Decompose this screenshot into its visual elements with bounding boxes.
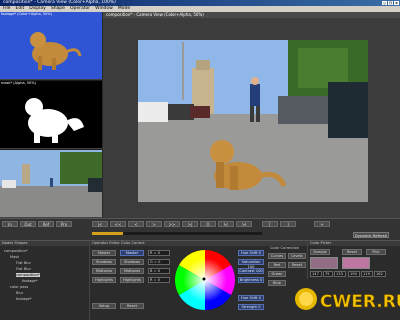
background-thumbnail[interactable] <box>0 150 102 218</box>
brightness-field[interactable]: Brightness 0 <box>238 277 264 283</box>
strength-field[interactable]: Strength 0 <box>238 304 264 310</box>
bracket-open-button[interactable]: [ <box>262 221 278 227</box>
source-swatch <box>310 257 338 269</box>
street-image <box>0 150 102 217</box>
wheel-marker[interactable] <box>202 277 206 281</box>
pro-button[interactable]: Pro <box>56 221 72 227</box>
hue-shift-lower-field[interactable]: Hue Shift 0 <box>238 295 264 301</box>
tree-row[interactable]: footage* <box>16 297 32 301</box>
blue-field[interactable]: B = 0 <box>148 268 170 274</box>
thumbnail-label: mask* (Alpha, 50%) <box>1 81 36 85</box>
color-wheel[interactable] <box>174 249 236 311</box>
logo-text: CWER.RU <box>320 292 400 312</box>
cwer-logo: CWER.RU <box>292 279 400 320</box>
source-r-value[interactable]: 147 <box>310 271 322 277</box>
camera-viewer: composition* - Camera View (Color+Alpha,… <box>103 12 400 218</box>
highlights-button[interactable]: Highlights <box>92 277 116 283</box>
curves-button[interactable]: Curves <box>268 253 286 259</box>
pick-button[interactable]: Pick <box>366 249 386 255</box>
step-back-button[interactable]: < <box>128 221 144 227</box>
source-g-value[interactable]: 75 <box>323 271 333 277</box>
green-field[interactable]: G = 0 <box>148 259 170 265</box>
tree-row[interactable]: Mask <box>10 255 19 259</box>
correction-header: Color Correction <box>270 246 300 250</box>
composite-scene <box>138 40 368 202</box>
bracket-close-button[interactable]: ] <box>280 221 296 227</box>
hue-shift-field[interactable]: Hue Shift 0 <box>238 250 264 256</box>
target-swatch <box>342 257 370 269</box>
tree-row[interactable]: Flat Blur <box>16 261 31 265</box>
shadows-button[interactable]: Shadows <box>92 259 116 265</box>
source-b-value[interactable]: 133 <box>334 271 346 277</box>
go-start-button[interactable]: |< <box>92 221 108 227</box>
footage-thumbnail[interactable]: footage* (Color+Alpha, 50%) <box>0 12 102 80</box>
close-button[interactable]: x <box>394 1 399 5</box>
master-range-button[interactable]: Master <box>120 250 144 256</box>
add-button[interactable]: + <box>314 221 330 227</box>
tree-row[interactable]: Blur <box>16 291 23 295</box>
mark-in-button[interactable]: I< <box>218 221 234 227</box>
tree-row[interactable]: color pass <box>10 285 28 289</box>
play-button[interactable]: > <box>146 221 162 227</box>
sample-button[interactable]: Sample <box>310 249 330 255</box>
correction-reset-button[interactable]: Reset <box>288 262 306 268</box>
in-button[interactable]: In <box>2 221 18 227</box>
tree-header: Nodes Shapes <box>0 241 89 246</box>
tree-row-selected[interactable]: composition* <box>16 273 40 277</box>
ref-button[interactable]: Ref <box>38 221 54 227</box>
maximize-button[interactable]: □ <box>388 1 393 5</box>
mask-thumbnail[interactable]: mask* (Alpha, 50%) <box>0 81 102 149</box>
dog-image <box>30 32 82 70</box>
levels-button[interactable]: Levels <box>288 253 306 259</box>
loop-button[interactable]: O <box>200 221 216 227</box>
viewer-title: composition* - Camera View (Color+Alpha,… <box>103 12 400 18</box>
highlights-range-button[interactable]: Highlights <box>120 277 144 283</box>
target-b-value[interactable]: 162 <box>374 271 386 277</box>
red-offset-field[interactable]: R = 0 <box>148 277 170 283</box>
tree-row[interactable]: footage* <box>22 279 38 283</box>
timeline-slider[interactable] <box>92 232 262 235</box>
minimize-button[interactable]: _ <box>382 1 387 5</box>
operator-editor-pane: Operator Editor Color Correct Master Sha… <box>90 241 308 320</box>
midtones-range-button[interactable]: Midtones <box>120 268 144 274</box>
thumbnail-label: footage* (Color+Alpha, 50%) <box>1 12 53 16</box>
node-tree-pane: Nodes Shapes composition* Mask Flat Blur… <box>0 241 90 320</box>
mark-out-button[interactable]: >I <box>236 221 252 227</box>
timeline-fill <box>92 232 123 235</box>
out-button[interactable]: Out <box>20 221 36 227</box>
alpha-mask-image <box>25 98 84 143</box>
target-r-value[interactable]: 190 <box>348 271 360 277</box>
fast-forward-button[interactable]: >> <box>164 221 180 227</box>
tree-row[interactable]: composition* <box>4 249 28 253</box>
dynamic-refresh-button[interactable]: Dynamic Refresh <box>353 232 389 238</box>
transport-bar: In Out Ref Pro |< << < > >> >| O I< >I [… <box>0 218 400 240</box>
picker-header: Color Picker <box>308 241 400 246</box>
master-button[interactable]: Master <box>92 250 116 256</box>
midtones-button[interactable]: Midtones <box>92 268 116 274</box>
thumbnail-column: footage* (Color+Alpha, 50%) mask* (Alpha… <box>0 12 102 218</box>
composite-image[interactable] <box>138 40 368 202</box>
saturation-field[interactable]: Saturation 100 <box>238 259 264 269</box>
setup-button[interactable]: Setup <box>92 303 116 309</box>
red-channel-button[interactable]: Red <box>268 262 286 268</box>
blue-channel-button[interactable]: Blue <box>268 280 286 286</box>
window-title: composition* - Camera View (Color+Alpha,… <box>3 0 116 5</box>
go-end-button[interactable]: >| <box>182 221 198 227</box>
tree-row[interactable]: Flat Blur <box>16 267 31 271</box>
contrast-field[interactable]: Contrast 100 <box>238 268 264 274</box>
reset-button[interactable]: Reset <box>120 303 144 309</box>
rewind-button[interactable]: << <box>110 221 126 227</box>
picker-reset-button[interactable]: Reset <box>342 249 362 255</box>
green-channel-button[interactable]: Green <box>268 271 286 277</box>
red-field[interactable]: R = 0 <box>148 250 170 256</box>
target-g-value[interactable]: 119 <box>361 271 373 277</box>
shadows-range-button[interactable]: Shadows <box>120 259 144 265</box>
